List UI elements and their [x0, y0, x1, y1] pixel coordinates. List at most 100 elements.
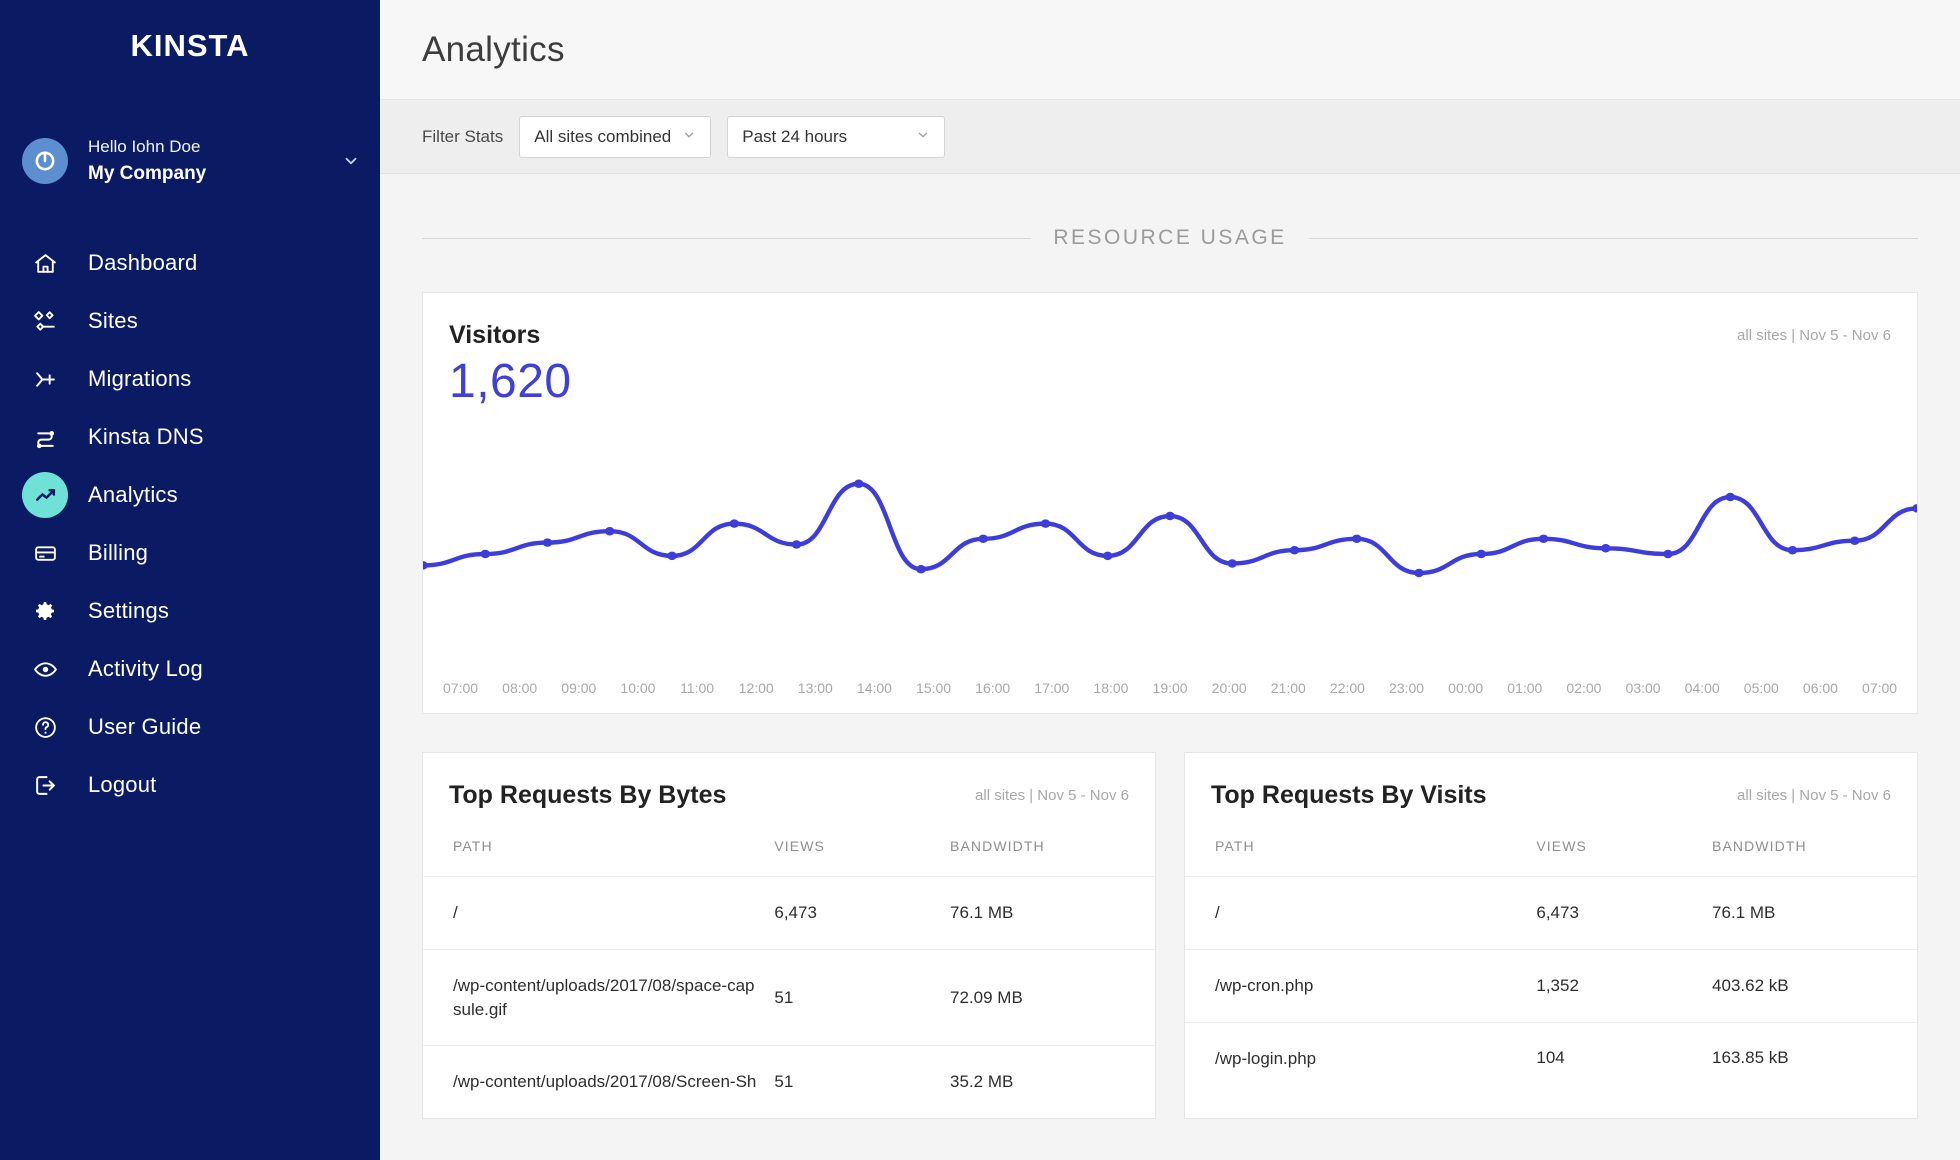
sidebar-item-billing[interactable]: Billing: [0, 524, 380, 582]
chart-data-point: [1725, 492, 1736, 502]
chart-data-point: [729, 519, 740, 528]
x-axis-tick: 16:00: [963, 675, 1023, 701]
visitors-title: Visitors: [449, 321, 541, 349]
kinsta-logo[interactable]: KINSTA: [0, 0, 380, 92]
x-axis-tick: 04:00: [1672, 675, 1732, 701]
chart-data-point: [1414, 568, 1424, 578]
card-icon: [22, 530, 68, 576]
site-filter-value: All sites combined: [534, 126, 672, 146]
logo-text: KINSTA: [130, 28, 250, 63]
cell-bandwidth: 163.85 kB: [1712, 1021, 1917, 1095]
x-axis-tick: 19:00: [1152, 680, 1188, 696]
main-content: Analytics Filter Stats All sites combine…: [380, 0, 1960, 1160]
sidebar-item-label: Activity Log: [88, 656, 203, 681]
sidebar-item-analytics[interactable]: Analytics: [0, 466, 380, 524]
column-header-path: PATH: [1215, 838, 1255, 854]
top-requests-by-bytes-card: Top Requests By Bytes all sites | Nov 5 …: [422, 752, 1156, 1120]
migrations-icon: [22, 356, 68, 402]
cell-bandwidth: 76.1 MB: [1712, 876, 1917, 950]
analytics-icon: [22, 472, 68, 518]
cell-views: 51: [774, 948, 951, 1046]
requests-visits-table: PATH VIEWS BANDWIDTH /6,473 76.1 MB/wp-cr…: [1185, 838, 1917, 1095]
sidebar-item-label: Analytics: [88, 482, 178, 507]
sidebar-item-label: Kinsta DNS: [88, 424, 204, 449]
sidebar-item-label: Migrations: [88, 366, 192, 391]
sidebar-item-dashboard[interactable]: Dashboard: [0, 234, 380, 292]
cell-bandwidth: 72.09 MB: [950, 948, 1155, 1046]
chart-svg: [423, 479, 1917, 578]
power-avatar-icon: [22, 138, 68, 184]
x-axis-tick: 11:00: [680, 680, 715, 696]
chevron-down-icon[interactable]: [340, 152, 380, 170]
chart-data-point: [1663, 549, 1673, 559]
table-row: /6,473 76.1 MB: [423, 876, 1155, 950]
sites-icon: [22, 298, 68, 344]
column-header-views: VIEWS: [774, 838, 825, 854]
question-icon: [22, 704, 68, 750]
cell-path: /wp-cron.php: [1185, 948, 1537, 1023]
x-axis-tick: 13:00: [797, 680, 833, 696]
sidebar-item-activity-log[interactable]: Activity Log: [0, 640, 380, 698]
chart-data-point: [1102, 551, 1113, 561]
column-header-bandwidth: BANDWIDTH: [1712, 838, 1807, 854]
table-row: /wp-login.php 104 163.85 kB: [1185, 1021, 1917, 1095]
sidebar-item-settings[interactable]: Settings: [0, 582, 380, 640]
sidebar-item-logout[interactable]: Logout: [0, 756, 380, 814]
chart-data-point: [604, 526, 615, 536]
chart-data-point: [667, 551, 677, 561]
chart-data-point: [1351, 534, 1362, 544]
site-filter-select[interactable]: All sites combined: [519, 115, 712, 158]
sidebar-item-migrations[interactable]: Migrations: [0, 350, 380, 408]
chart-data-point: [1227, 559, 1238, 568]
page-title: Analytics: [422, 29, 565, 69]
x-axis-tick: 01:00: [1507, 680, 1543, 696]
chart-data-point: [1165, 511, 1175, 521]
sidebar-item-label: Billing: [88, 540, 149, 565]
chart-data-point: [1289, 545, 1300, 555]
x-axis-tick: 21:00: [1270, 680, 1306, 696]
x-axis-tick: 05:00: [1743, 680, 1779, 696]
x-axis-tick: 20:00: [1199, 675, 1259, 701]
x-axis-tick: 03:00: [1625, 680, 1661, 696]
chart-data-point: [1600, 544, 1611, 553]
x-axis-tick: 17:00: [1034, 680, 1070, 696]
chart-data-point: [916, 564, 926, 574]
sidebar-item-sites[interactable]: Sites: [0, 292, 380, 350]
table-row: /wp-content/uploads/2017/08/Screen-Sh 51 3…: [423, 1045, 1155, 1119]
sidebar-item-label: User Guide: [88, 714, 202, 739]
cell-bandwidth: 35.2 MB: [950, 1045, 1155, 1119]
gear-icon: [22, 588, 68, 634]
table-body: /6,473 76.1 MB/wp-content/uploads/2017/08…: [423, 876, 1155, 1119]
page-header: Analytics: [380, 0, 1960, 100]
x-axis-tick: 15:00: [916, 680, 952, 696]
tables-row: Top Requests By Bytes all sites | Nov 5 …: [422, 752, 1918, 1120]
sidebar-item-kinsta-dns[interactable]: Kinsta DNS: [0, 408, 380, 466]
account-switcher[interactable]: Hello Iohn Doe My Company: [0, 118, 380, 204]
sidebar-nav: Dashboard Sites Migrations Kinsta DNS An…: [0, 234, 380, 814]
cell-views: 1,352: [1536, 948, 1713, 1023]
table-title: Top Requests By Visits: [1211, 781, 1487, 809]
visitors-meta: all sites | Nov 5 - Nov 6: [1737, 327, 1891, 344]
chart-data-point: [853, 479, 864, 488]
x-axis-tick: 09:00: [561, 680, 597, 696]
cell-views: 6,473: [1536, 876, 1713, 950]
chart-data-point: [978, 534, 989, 544]
chevron-down-icon: [682, 127, 696, 147]
sidebar-item-label: Sites: [88, 308, 138, 333]
table-header-row: PATH VIEWS BANDWIDTH: [1185, 838, 1917, 877]
table-body: /6,473 76.1 MB/wp-cron.php 1,352 403.62 kB /…: [1185, 876, 1917, 1095]
cell-path: /wp-content/uploads/2017/08/Screen-Sh: [423, 1045, 775, 1119]
chart-data-point: [1787, 545, 1798, 555]
visitors-line-chart: [423, 453, 1917, 655]
chart-data-point: [1538, 534, 1549, 544]
filter-stats-label: Filter Stats: [422, 126, 504, 146]
table-row: /wp-cron.php 1,352 403.62 kB: [1185, 948, 1917, 1023]
table-row: /6,473 76.1 MB: [1185, 876, 1917, 950]
content-area: RESOURCE USAGE Visitors all sites | Nov …: [380, 174, 1960, 1160]
x-axis-tick: 14:00: [844, 675, 904, 701]
filter-bar: Filter Stats All sites combined Past 24 …: [380, 100, 1960, 174]
sidebar-item-user-guide[interactable]: User Guide: [0, 698, 380, 756]
visitors-card-header: Visitors all sites | Nov 5 - Nov 6: [423, 293, 1917, 350]
section-title: RESOURCE USAGE: [1053, 226, 1287, 249]
time-range-select[interactable]: Past 24 hours: [727, 115, 946, 158]
